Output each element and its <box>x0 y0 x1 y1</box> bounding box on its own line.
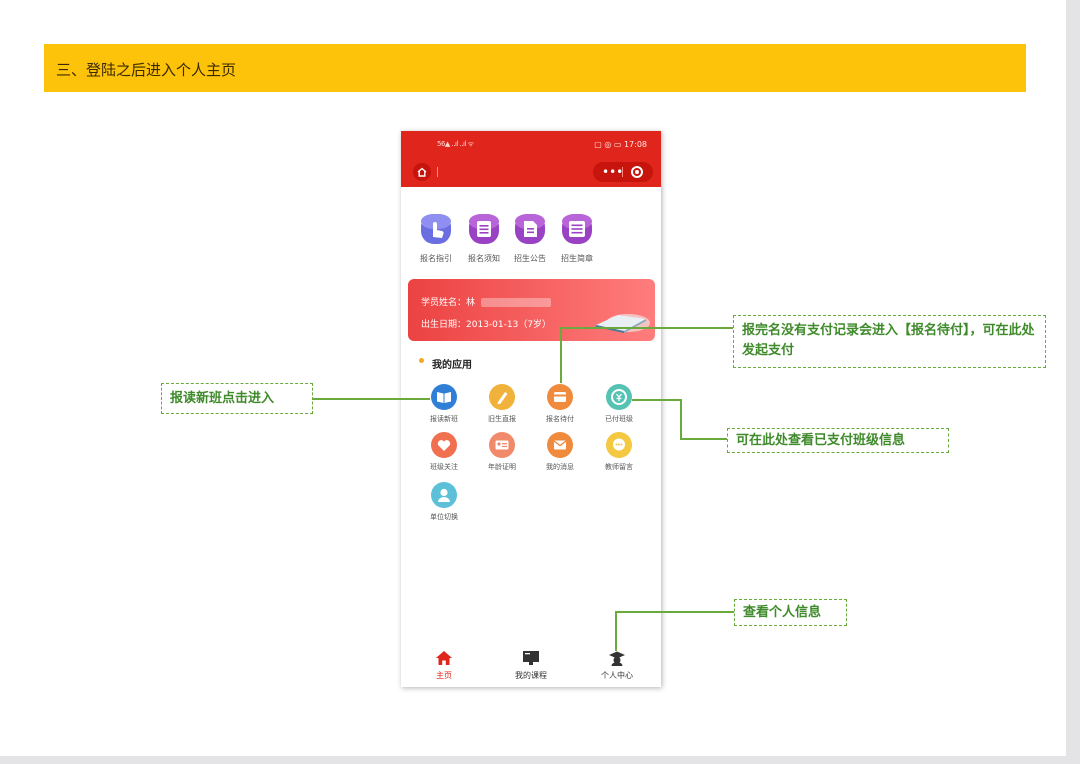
birth-date-value: 2013-01-13（7岁） <box>466 320 552 330</box>
app-label: 单位切换 <box>430 513 458 521</box>
connector-new-class <box>312 398 430 400</box>
app-label: 教师留言 <box>605 463 633 471</box>
callout-paid-class: 可在此处查看已支付班级信息 <box>727 428 949 453</box>
app-unit-switch[interactable]: 单位切换 <box>414 481 474 522</box>
app-pending-payment[interactable]: 报名待付 <box>530 383 590 424</box>
nav-divider <box>437 167 438 177</box>
callout-new-class-text: 报读新班点击进入 <box>170 390 275 406</box>
chat-icon <box>606 432 632 458</box>
callout-pending-payment-text: 报完名没有支付记录会进入【报名待付】，可在此处发起支付 <box>742 323 1035 358</box>
app-label: 已付班级 <box>605 415 633 423</box>
section-marker-icon <box>419 358 424 363</box>
app-paid-class[interactable]: 已付班级 <box>589 383 649 424</box>
quick-item-brochure[interactable]: 招生简章 <box>554 211 600 264</box>
file-icon <box>515 214 545 244</box>
section-header: 三、登陆之后进入个人主页 <box>44 44 1026 92</box>
app-label: 年龄证明 <box>488 463 516 471</box>
my-apps-title: 我的应用 <box>432 360 472 371</box>
page-bottom-border <box>0 756 1080 764</box>
student-name-label: 学员姓名： <box>421 298 467 308</box>
home-icon[interactable] <box>413 163 431 181</box>
user-switch-icon <box>431 482 457 508</box>
callout-personal-info-text: 查看个人信息 <box>743 604 822 620</box>
payment-icon <box>547 384 573 410</box>
quick-item-label: 招生公告 <box>514 254 546 263</box>
phone-screenshot: 56▲ ..ıl ..ıl ᯤ ▢ ◎ ▭ 17:08 ••• 报名指引 报名须… <box>401 131 661 687</box>
phone-top-bar: 56▲ ..ıl ..ıl ᯤ ▢ ◎ ▭ 17:08 ••• <box>401 131 661 187</box>
app-class-follow[interactable]: 班级关注 <box>414 431 474 472</box>
quick-item-label: 招生简章 <box>561 254 593 263</box>
app-label: 旧生直报 <box>488 415 516 423</box>
mini-program-capsule[interactable]: ••• <box>593 162 653 182</box>
student-info-card[interactable]: 学员姓名：林 出生日期：2013-01-13（7岁） <box>408 279 655 341</box>
heart-icon <box>431 432 457 458</box>
quick-item-label: 报名指引 <box>420 254 452 263</box>
tab-label: 我的课程 <box>515 671 547 680</box>
quick-item-announcement[interactable]: 招生公告 <box>507 211 553 264</box>
app-label: 报名待付 <box>546 415 574 423</box>
envelope-icon <box>547 432 573 458</box>
hand-pointer-icon <box>421 214 451 244</box>
student-name-value: 林 <box>466 298 476 308</box>
callout-personal-info: 查看个人信息 <box>734 599 847 626</box>
blackboard-icon <box>523 651 539 665</box>
signal-status: 56▲ ..ıl ..ıl ᯤ <box>437 140 474 148</box>
connector-paid-bottom <box>680 438 728 440</box>
app-age-proof[interactable]: 年龄证明 <box>472 431 532 472</box>
birth-date-label: 出生日期： <box>421 320 467 330</box>
app-new-class[interactable]: 报读新班 <box>414 383 474 424</box>
app-label: 班级关注 <box>430 463 458 471</box>
quick-item-guide[interactable]: 报名指引 <box>413 211 459 264</box>
connector-paid-vertical <box>680 399 682 440</box>
page-right-border <box>1066 0 1080 764</box>
tab-label: 主页 <box>436 671 452 680</box>
connector-pending-horizontal <box>560 327 734 329</box>
blurred-name <box>481 298 552 307</box>
graduate-icon <box>609 651 625 666</box>
callout-new-class: 报读新班点击进入 <box>161 383 313 414</box>
pencil-icon <box>489 384 515 410</box>
callout-pending-payment: 报完名没有支付记录会进入【报名待付】，可在此处发起支付 <box>733 315 1046 368</box>
coin-icon <box>606 384 632 410</box>
connector-profile-horizontal <box>615 611 735 613</box>
quick-item-notice[interactable]: 报名须知 <box>461 211 507 264</box>
callout-paid-class-text: 可在此处查看已支付班级信息 <box>736 432 906 448</box>
connector-pending-vertical <box>560 327 562 383</box>
quick-item-label: 报名须知 <box>468 254 500 263</box>
battery-clock-status: ▢ ◎ ▭ 17:08 <box>594 140 647 149</box>
app-old-student[interactable]: 旧生直报 <box>472 383 532 424</box>
tab-my-courses[interactable]: 我的课程 <box>501 649 561 681</box>
document-icon <box>469 214 499 244</box>
list-icon <box>562 214 592 244</box>
app-my-messages[interactable]: 我的消息 <box>530 431 590 472</box>
home-icon <box>436 651 452 665</box>
section-title: 三、登陆之后进入个人主页 <box>56 61 237 79</box>
connector-paid-top <box>632 399 682 401</box>
close-target-icon[interactable] <box>631 166 643 178</box>
tab-home[interactable]: 主页 <box>414 649 474 681</box>
more-icon[interactable]: ••• <box>602 162 623 182</box>
app-label: 报读新班 <box>430 415 458 423</box>
book-illustration-icon <box>596 314 650 333</box>
connector-profile-vertical <box>615 611 617 651</box>
book-icon <box>431 384 457 410</box>
tab-label: 个人中心 <box>601 671 633 680</box>
tab-personal-center[interactable]: 个人中心 <box>587 649 647 681</box>
student-birth-row: 出生日期：2013-01-13（7岁） <box>421 317 551 330</box>
app-teacher-message[interactable]: 教师留言 <box>589 431 649 472</box>
id-card-icon <box>489 432 515 458</box>
app-label: 我的消息 <box>546 463 574 471</box>
capsule-divider <box>622 167 623 177</box>
student-name-row: 学员姓名：林 <box>421 295 552 308</box>
